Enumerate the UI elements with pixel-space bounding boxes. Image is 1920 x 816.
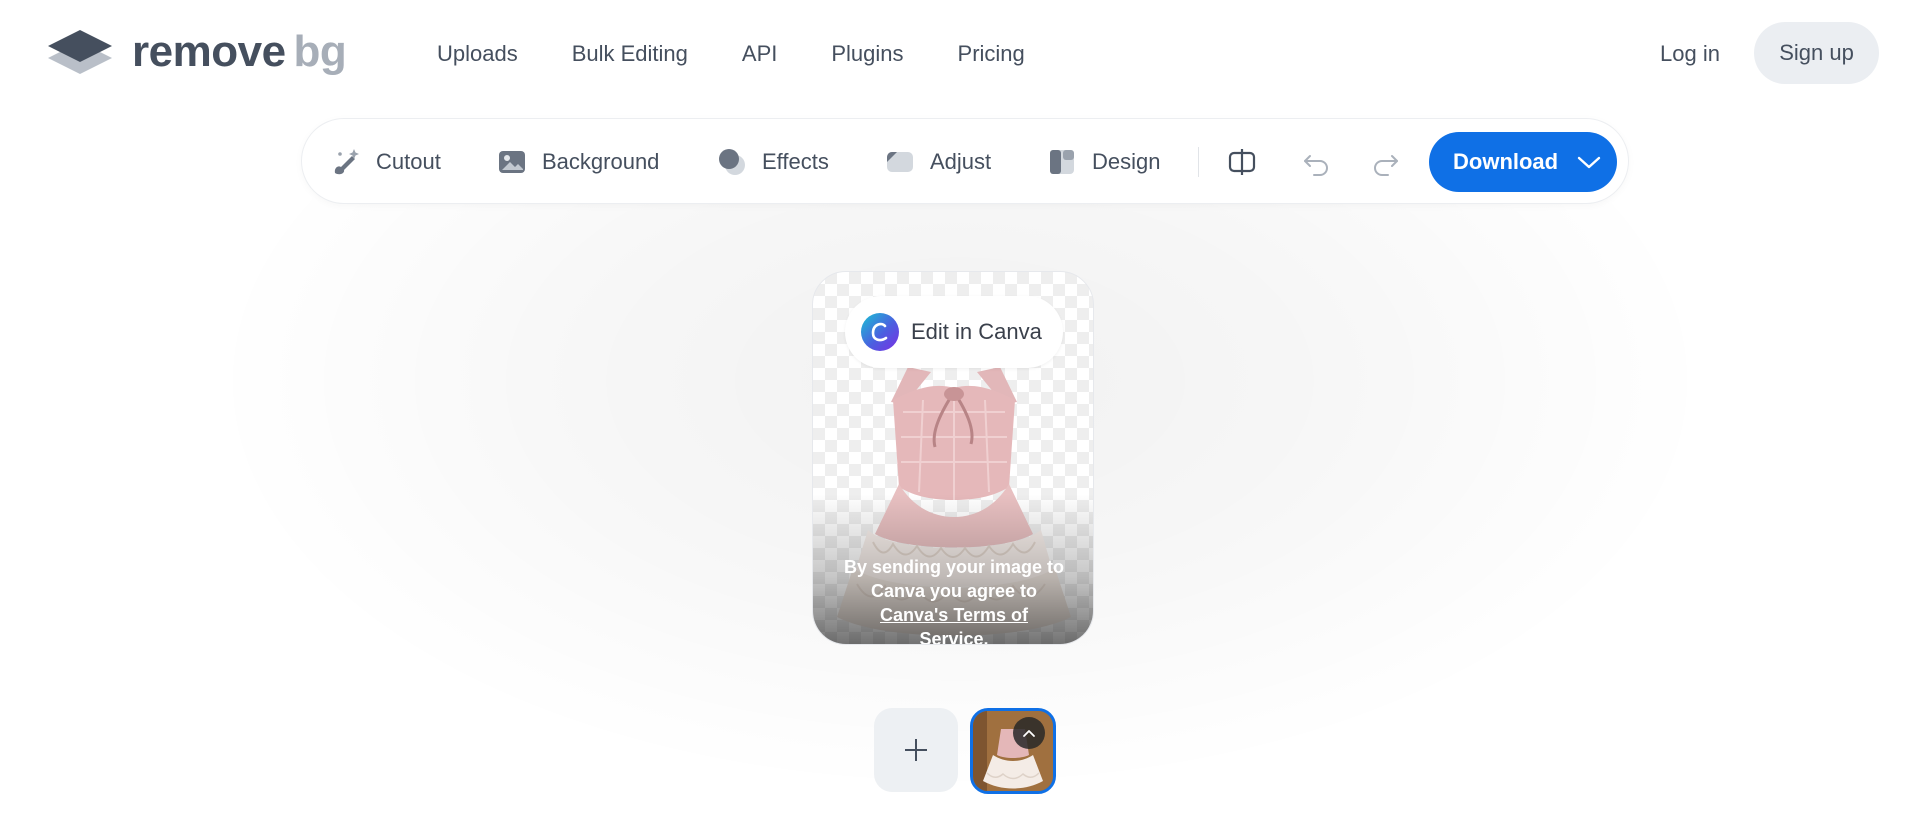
design-layout-icon [1050, 150, 1074, 174]
terms-of-service-link-end[interactable]: Service. [843, 627, 1065, 644]
main-nav: Uploads Bulk Editing API Plugins Pricing [437, 40, 1079, 68]
image-preview-card: Edit in Canva By sending your image to C… [812, 271, 1094, 645]
tool-background-label: Background [542, 149, 660, 174]
editor-toolbar: Cutout Background Effects Adjust Design [301, 118, 1629, 204]
login-link[interactable]: Log in [1660, 40, 1720, 68]
logo-word-bg: bg [293, 27, 347, 76]
thumbnail-collapse-button[interactable] [1013, 717, 1045, 749]
nav-pricing[interactable]: Pricing [958, 40, 1025, 68]
tool-adjust-label: Adjust [930, 149, 992, 174]
logo-word-remove: remove [132, 27, 286, 76]
signup-button[interactable]: Sign up [1754, 22, 1879, 84]
add-image-button[interactable] [874, 708, 958, 792]
edit-in-canva-button[interactable]: Edit in Canva [845, 296, 1063, 368]
image-icon [499, 151, 525, 173]
canva-terms-notice: By sending your image to Canva you agree… [843, 555, 1065, 644]
tool-effects[interactable]: Effects [716, 119, 829, 205]
effects-circles-icon [719, 149, 745, 175]
nav-api[interactable]: API [742, 40, 777, 68]
tool-cutout[interactable]: Cutout [330, 119, 441, 205]
adjust-icon [887, 152, 913, 172]
logo-text: remove bg [132, 27, 347, 76]
terms-of-service-link[interactable]: Canva's Terms of [843, 603, 1065, 627]
plus-icon [905, 739, 927, 761]
chevron-down-icon[interactable] [1577, 151, 1601, 173]
chevron-up-icon [1023, 730, 1035, 737]
tool-adjust[interactable]: Adjust [884, 119, 991, 205]
tool-effects-label: Effects [762, 149, 829, 174]
undo-icon[interactable] [1300, 146, 1332, 178]
edit-in-canva-label: Edit in Canva [911, 319, 1042, 344]
tool-background[interactable]: Background [496, 119, 659, 205]
tool-cutout-label: Cutout [376, 149, 441, 174]
tool-design-label: Design [1092, 149, 1161, 174]
compare-icon[interactable] [1226, 146, 1258, 178]
download-button[interactable]: Download [1429, 132, 1617, 192]
canva-logo-icon [861, 313, 899, 351]
logo-mark-icon [48, 30, 112, 74]
logo[interactable]: remove bg [46, 27, 347, 76]
toolbar-divider [1198, 147, 1199, 177]
header: remove bg Uploads Bulk Editing API Plugin… [0, 0, 1920, 106]
download-label: Download [1453, 149, 1559, 174]
brush-sparkle-icon [334, 149, 359, 175]
nav-bulk-editing[interactable]: Bulk Editing [572, 40, 688, 68]
nav-uploads[interactable]: Uploads [437, 40, 518, 68]
redo-icon[interactable] [1370, 146, 1402, 178]
nav-plugins[interactable]: Plugins [831, 40, 903, 68]
tool-design[interactable]: Design [1046, 119, 1160, 205]
image-thumbnail-selected[interactable] [970, 708, 1056, 794]
terms-text: By sending your image to Canva you agree… [843, 557, 1065, 601]
